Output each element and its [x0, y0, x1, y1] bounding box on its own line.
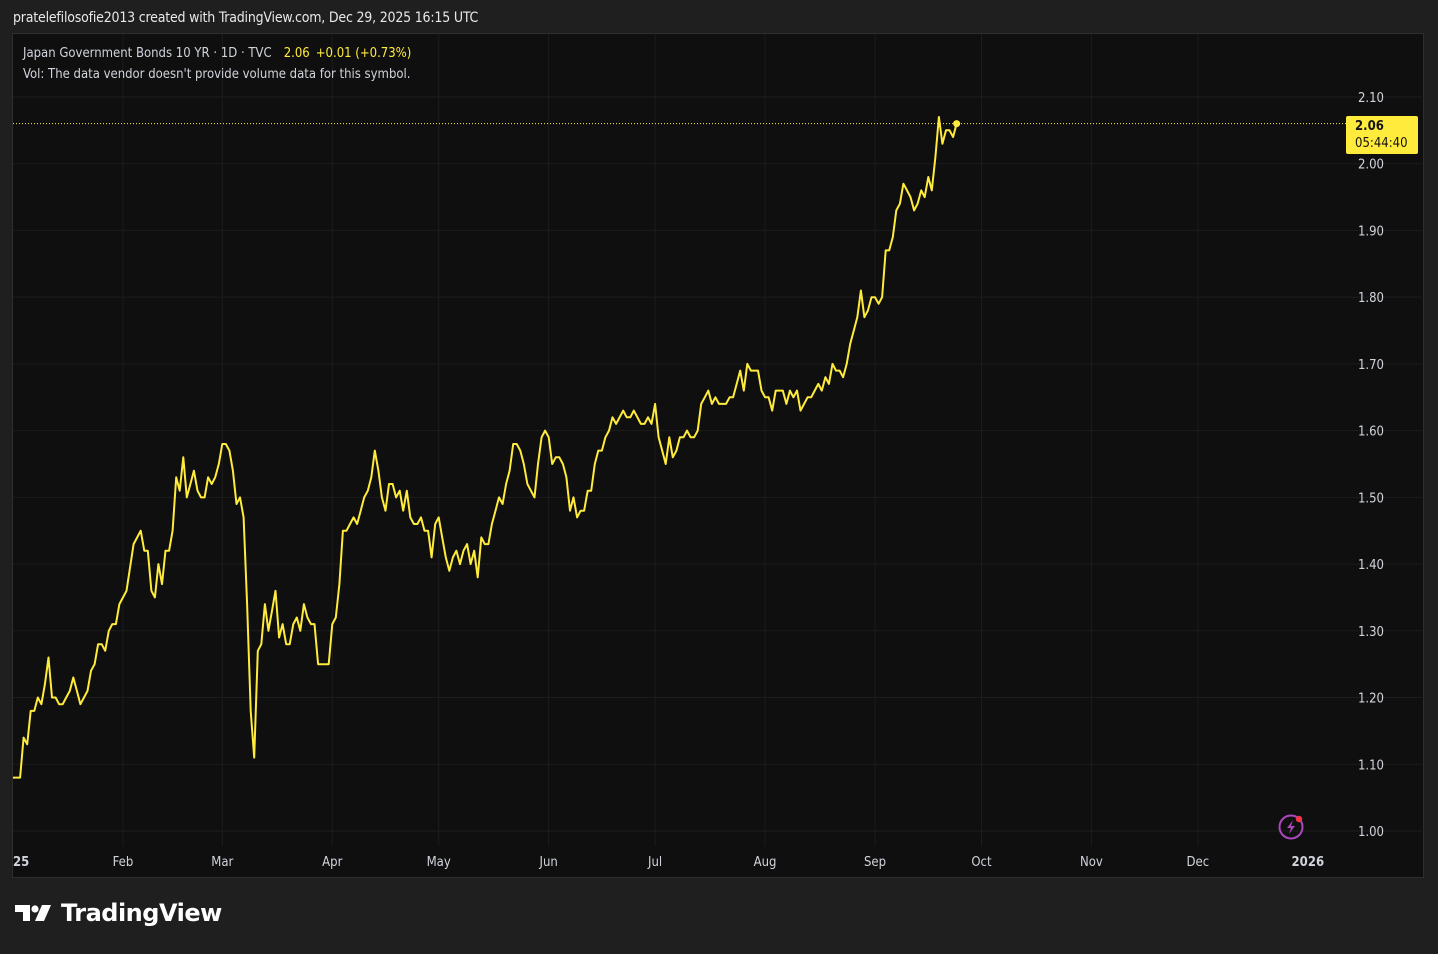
symbol-title[interactable]: Japan Government Bonds 10 YR · 1D · TVC — [23, 46, 272, 61]
y-tick-label: 2.10 — [1358, 91, 1384, 106]
tradingview-logo-icon — [15, 905, 51, 921]
x-tick-label: Oct — [971, 855, 992, 870]
lightning-alert-icon[interactable] — [1278, 814, 1304, 840]
last-price-dot — [953, 120, 961, 128]
y-tick-label: 1.70 — [1358, 358, 1384, 373]
x-tick-label: Jul — [647, 855, 662, 870]
y-tick-label: 1.30 — [1358, 625, 1384, 640]
y-tick-label: 1.60 — [1358, 425, 1384, 440]
price-chart[interactable]: 2.10 2.00 1.90 1.80 1.70 1.60 1.50 1.40 1.30 1.20… — [0, 0, 1438, 954]
y-tick-label: 1.00 — [1358, 825, 1384, 840]
volume-note: Vol: The data vendor doesn't provide vol… — [23, 67, 411, 82]
chart-legend: Japan Government Bonds 10 YR · 1D · TVC 2… — [23, 45, 411, 85]
y-tick-label: 2.00 — [1358, 158, 1384, 173]
x-tick-label: Sep — [864, 855, 886, 870]
x-tick-label: 25 — [13, 855, 29, 870]
x-tick-label: Apr — [322, 855, 342, 870]
x-tick-label: Jun — [539, 855, 558, 870]
x-tick-label: May — [427, 855, 451, 870]
y-tick-label: 1.10 — [1358, 758, 1384, 773]
y-tick-label: 1.80 — [1358, 291, 1384, 306]
x-tick-label: Nov — [1080, 855, 1103, 870]
y-tick-label: 1.50 — [1358, 491, 1384, 506]
change-value: +0.01 (+0.73%) — [315, 46, 412, 61]
brand-name: TradingView — [61, 899, 222, 927]
y-tick-label: 1.90 — [1358, 224, 1384, 239]
y-tick-label: 1.20 — [1358, 692, 1384, 707]
y-axis[interactable]: 2.10 2.00 1.90 1.80 1.70 1.60 1.50 1.40 1.30 1.20… — [1358, 91, 1384, 840]
tradingview-logo[interactable]: TradingView — [15, 899, 222, 927]
x-tick-label: Feb — [113, 855, 134, 870]
x-tick-label: Dec — [1187, 855, 1210, 870]
bar-countdown: 05:44:40 — [1355, 136, 1408, 151]
last-value: 2.06 — [283, 46, 310, 61]
grid-lines — [13, 34, 1422, 846]
x-tick-label: 2026 — [1292, 855, 1325, 870]
last-price-tag: 2.06 05:44:40 — [1346, 116, 1418, 154]
x-tick-label: Aug — [754, 855, 777, 870]
x-axis[interactable]: 25 Feb Mar Apr May Jun Jul Aug Sep Oct Nov Dec 2026 — [13, 855, 1324, 870]
x-tick-label: Mar — [211, 855, 233, 870]
y-tick-label: 1.40 — [1358, 558, 1384, 573]
price-tag-value: 2.06 — [1355, 119, 1384, 134]
series-line-jgb-10y — [13, 116, 958, 779]
